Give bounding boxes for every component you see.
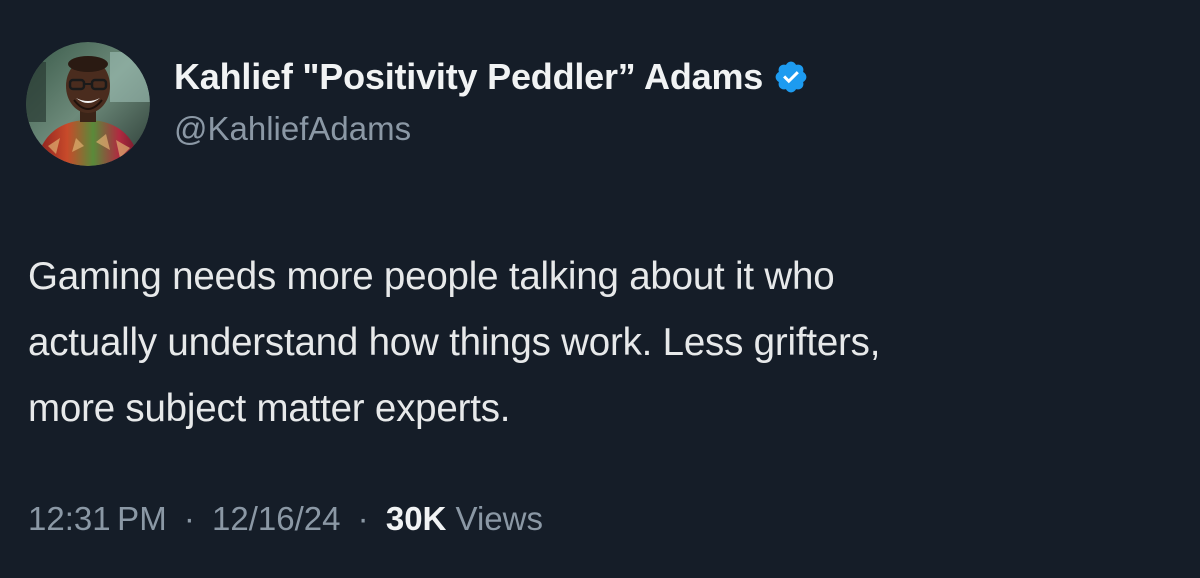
author-handle[interactable]: @KahliefAdams xyxy=(174,110,411,148)
author-name-row: Kahlief "Positivity Peddler” Adams xyxy=(174,56,809,98)
verified-badge-icon[interactable] xyxy=(773,59,809,95)
tweet-text-line: actually understand how things work. Les… xyxy=(28,321,881,364)
tweet-card: Kahlief "Positivity Peddler” Adams @Kahl… xyxy=(0,0,1200,578)
views-count[interactable]: 30K xyxy=(386,500,447,537)
tweet-text: Gaming needs more people talking about i… xyxy=(28,244,1168,442)
author-display-name[interactable]: Kahlief "Positivity Peddler” Adams xyxy=(174,56,763,98)
views-label: Views xyxy=(446,500,543,537)
tweet-time[interactable]: 12:31 PM xyxy=(28,500,167,537)
profile-photo-icon xyxy=(26,42,150,166)
tweet-text-line: more subject matter experts. xyxy=(28,387,511,430)
avatar[interactable] xyxy=(26,42,150,166)
tweet-meta: 12:31 PM · 12/16/24 · 30K Views xyxy=(28,500,543,538)
tweet-text-line: Gaming needs more people talking about i… xyxy=(28,255,835,298)
tweet-date[interactable]: 12/16/24 xyxy=(212,500,340,537)
meta-separator: · xyxy=(183,500,195,537)
meta-separator: · xyxy=(357,500,369,537)
